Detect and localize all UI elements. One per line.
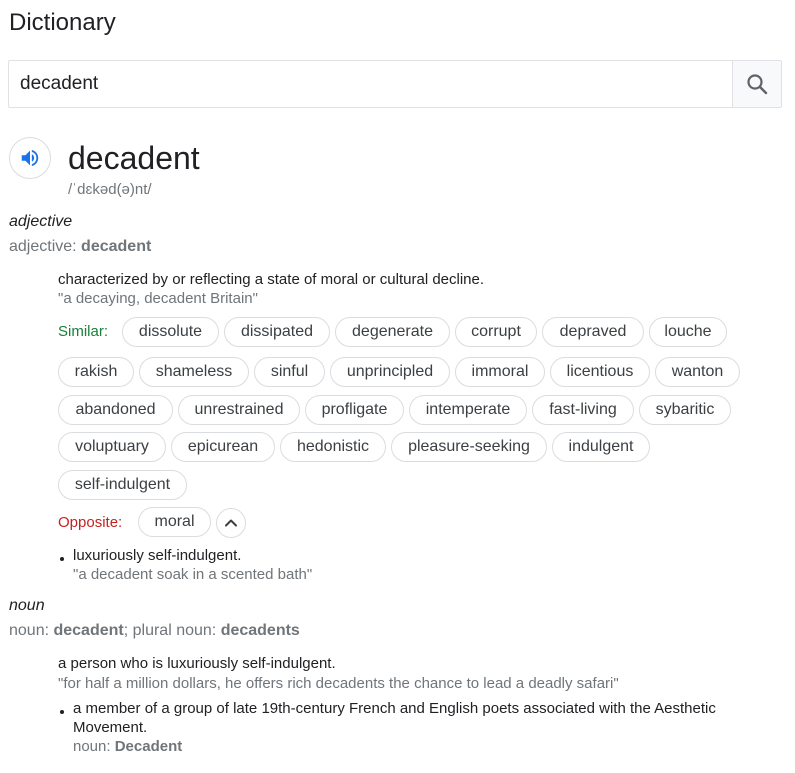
noun-forms: noun: decadent; plural noun: decadents	[9, 622, 300, 640]
adjective-subdefinition: luxuriously self-indulgent.	[73, 547, 242, 564]
similar-chip[interactable]: unrestrained	[178, 395, 300, 425]
noun-definition: a person who is luxuriously self-indulge…	[58, 655, 336, 672]
forms-label: noun:	[9, 622, 54, 639]
chevron-up-icon	[225, 519, 237, 527]
pos-noun: noun	[9, 597, 45, 614]
similar-chip[interactable]: pleasure-seeking	[391, 432, 547, 462]
opposite-chip[interactable]: moral	[138, 507, 211, 537]
phonetic: /ˈdɛkəd(ə)nt/	[68, 181, 152, 198]
similar-label: Similar:	[58, 323, 109, 340]
similar-chip[interactable]: louche	[649, 317, 727, 347]
noun-example: "for half a million dollars, he offers r…	[58, 675, 619, 692]
similar-chip[interactable]: depraved	[542, 317, 644, 347]
bullet	[60, 710, 64, 714]
similar-chip[interactable]: dissolute	[122, 317, 219, 347]
search-input[interactable]	[9, 61, 732, 107]
similar-chip[interactable]: corrupt	[455, 317, 537, 347]
similar-chip[interactable]: degenerate	[335, 317, 450, 347]
forms-label: adjective:	[9, 238, 82, 255]
adjective-subexample: "a decadent soak in a scented bath"	[73, 566, 313, 583]
search-icon	[747, 74, 768, 95]
similar-chip[interactable]: indulgent	[552, 432, 650, 462]
speaker-icon	[21, 149, 39, 167]
forms-separator: ; plural noun:	[123, 622, 221, 639]
similar-chip[interactable]: hedonistic	[280, 432, 386, 462]
similar-chip[interactable]: wanton	[655, 357, 740, 387]
similar-chip[interactable]: sybaritic	[639, 395, 731, 425]
similar-chip[interactable]: rakish	[58, 357, 134, 387]
similar-chip[interactable]: shameless	[139, 357, 249, 387]
forms-word: decadent	[53, 622, 124, 639]
page-title: Dictionary	[9, 9, 116, 36]
adjective-definition: characterized by or reflecting a state o…	[58, 271, 485, 288]
similar-chip[interactable]: licentious	[550, 357, 650, 387]
similar-chip[interactable]: profligate	[305, 395, 404, 425]
adjective-example: "a decaying, decadent Britain"	[58, 290, 258, 307]
forms-plural-word: decadents	[220, 622, 300, 639]
search-field[interactable]	[8, 60, 732, 108]
forms-label: noun:	[73, 738, 115, 755]
similar-chip[interactable]: voluptuary	[58, 432, 166, 462]
similar-chip[interactable]: unprincipled	[330, 357, 450, 387]
forms-word: Decadent	[114, 738, 183, 755]
similar-chip[interactable]: intemperate	[409, 395, 527, 425]
collapse-button[interactable]	[216, 508, 246, 538]
pos-adjective: adjective	[9, 213, 73, 230]
noun-subdefinition-line1: a member of a group of late 19th-century…	[73, 700, 716, 717]
similar-chip[interactable]: sinful	[254, 357, 325, 387]
noun-subforms: noun: Decadent	[73, 738, 182, 755]
adjective-forms: adjective: decadent	[9, 238, 151, 256]
similar-chip[interactable]: self-indulgent	[58, 470, 187, 500]
similar-chip[interactable]: epicurean	[171, 432, 275, 462]
similar-chip[interactable]: abandoned	[58, 395, 173, 425]
noun-subdefinition-line2: Movement.	[73, 719, 148, 736]
opposite-label: Opposite:	[58, 514, 123, 531]
similar-chip[interactable]: immoral	[455, 357, 545, 387]
pronunciation-button[interactable]	[9, 137, 51, 179]
headword: decadent	[68, 140, 200, 176]
bullet	[60, 557, 64, 561]
forms-word: decadent	[81, 238, 152, 255]
search-button[interactable]	[732, 60, 782, 108]
similar-chip[interactable]: dissipated	[224, 317, 330, 347]
similar-chip[interactable]: fast-living	[532, 395, 634, 425]
